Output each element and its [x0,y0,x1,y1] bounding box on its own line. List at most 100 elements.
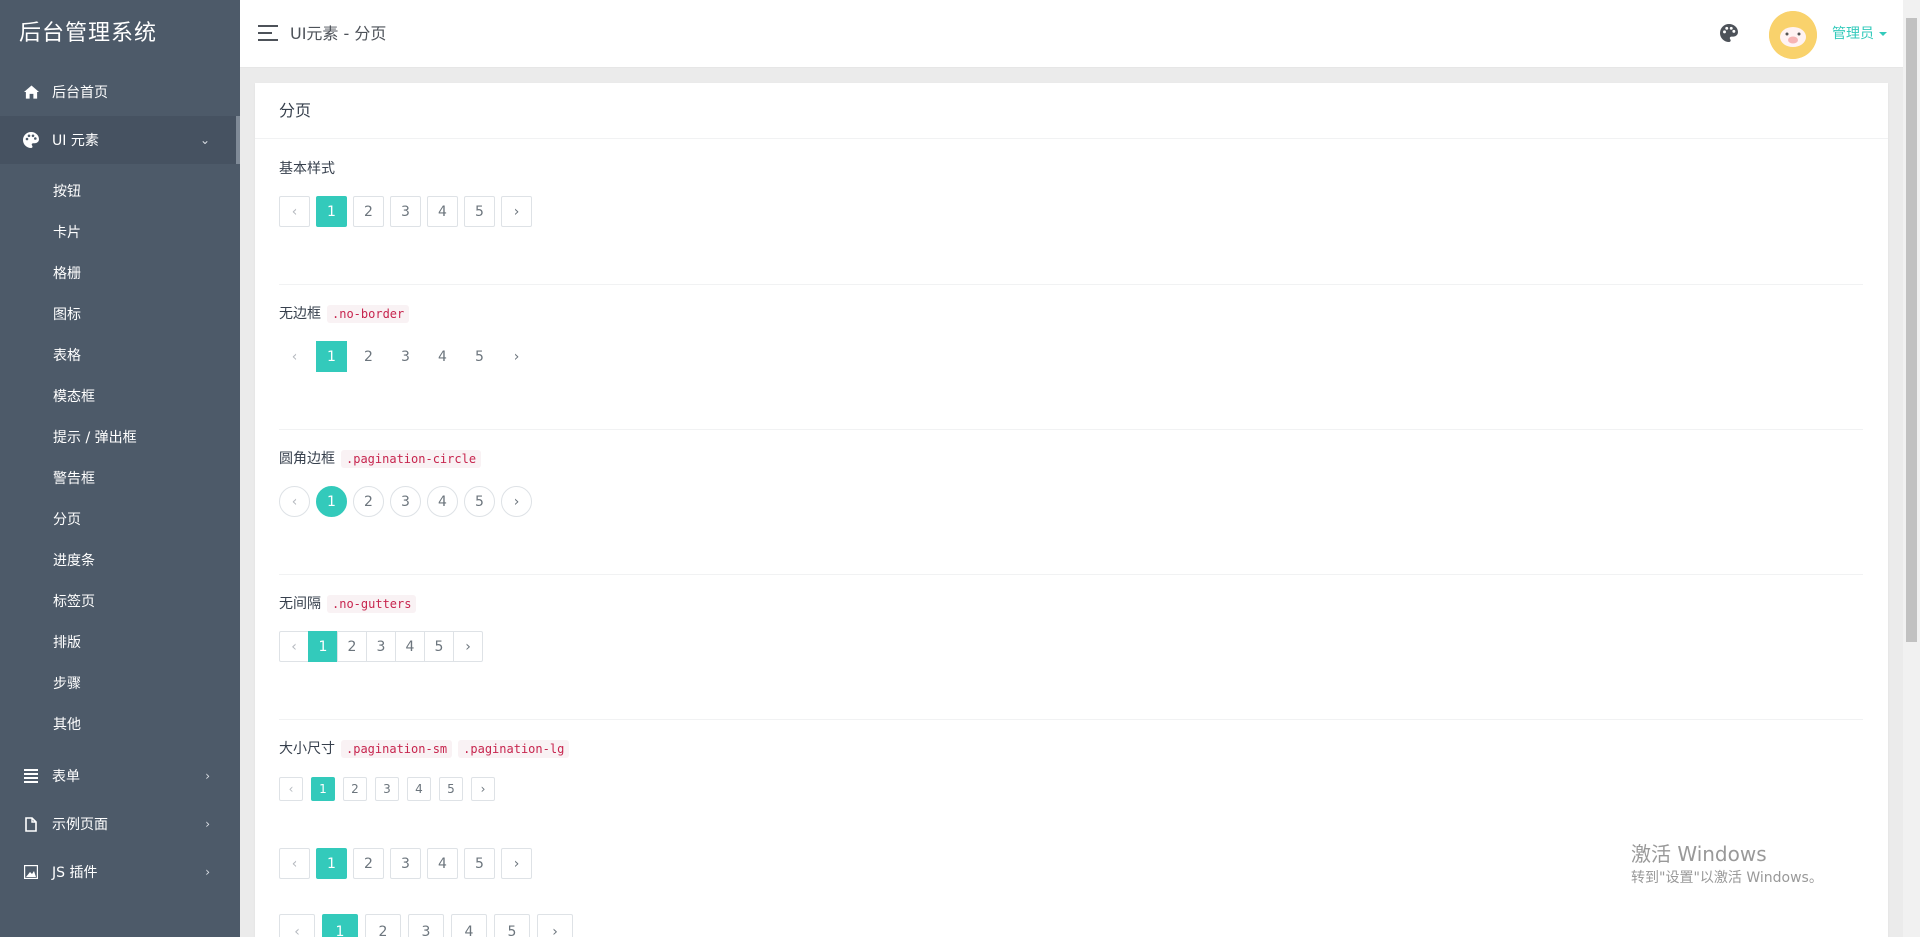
page-prev-button[interactable]: ‹ [279,777,303,801]
section-no-gutters: 无间隔 .no-gutters ‹ 1 2 3 4 5 › [279,594,1863,720]
scrollbar-thumb[interactable] [1906,18,1917,642]
page-button-3[interactable]: 3 [390,341,421,372]
sidebar-subitem-progress[interactable]: 进度条 [0,541,240,582]
section-label: 圆角边框 .pagination-circle [279,449,1863,469]
palette-icon[interactable] [1720,24,1740,44]
page-button-1[interactable]: 1 [316,196,347,227]
page-button-2[interactable]: 2 [337,631,367,662]
page-button-1[interactable]: 1 [322,914,358,937]
sidebar-subitem-modal[interactable]: 模态框 [0,377,240,418]
code-class: .pagination-circle [341,450,482,468]
page-prev-button[interactable]: ‹ [279,848,310,879]
page-prev-button[interactable]: ‹ [279,341,310,372]
page-button-2[interactable]: 2 [353,848,384,879]
brand-logo[interactable]: 后台管理系统 [0,0,240,68]
page-button-4[interactable]: 4 [407,777,431,801]
page-prev-button[interactable]: ‹ [279,631,309,662]
page-button-5[interactable]: 5 [464,341,495,372]
page-button-5[interactable]: 5 [494,914,530,937]
pagination-no-border: ‹ 1 2 3 4 5 › [279,341,538,372]
windows-activation-watermark: 激活 Windows 转到"设置"以激活 Windows。 [1631,841,1823,889]
section-label: 大小尺寸 .pagination-sm .pagination-lg [279,739,1863,759]
page-button-1[interactable]: 1 [316,848,347,879]
page-button-4[interactable]: 4 [395,631,425,662]
page-button-2[interactable]: 2 [353,196,384,227]
chevron-right-icon: › [205,817,210,831]
page-scrollbar[interactable] [1903,0,1920,937]
page-prev-button[interactable]: ‹ [279,486,310,517]
page-button-3[interactable]: 3 [375,777,399,801]
page-button-1[interactable]: 1 [308,631,338,662]
sidebar-subitem-buttons[interactable]: 按钮 [0,172,240,213]
sidebar-subitem-typography[interactable]: 排版 [0,623,240,664]
section-label: 无间隔 .no-gutters [279,594,1863,614]
page-prev-button[interactable]: ‹ [279,196,310,227]
page-button-1[interactable]: 1 [316,486,347,517]
pagination-basic: ‹ 1 2 3 4 5 › [279,196,538,227]
sidebar-item-form[interactable]: 表单 › [0,752,240,800]
sidebar-subitem-other[interactable]: 其他 [0,705,240,746]
topbar: UI元素 - 分页 管理员 [240,0,1903,68]
page-button-4[interactable]: 4 [427,196,458,227]
sidebar-item-label: 表单 [52,769,80,785]
sidebar-item-label: UI 元素 [52,133,99,149]
page-next-button[interactable]: › [537,914,573,937]
palette-icon [22,131,40,149]
page-button-4[interactable]: 4 [427,486,458,517]
page-next-button[interactable]: › [501,486,532,517]
page-button-3[interactable]: 3 [390,486,421,517]
page-button-5[interactable]: 5 [464,196,495,227]
section-no-border: 无边框 .no-border ‹ 1 2 3 4 5 › [279,304,1863,430]
pagination-small: ‹ 1 2 3 4 5 › [279,777,503,801]
page-prev-button[interactable]: ‹ [279,914,315,937]
sidebar-subitem-alerts[interactable]: 警告框 [0,459,240,500]
code-class: .pagination-lg [458,740,570,758]
sidebar-item-ui[interactable]: UI 元素 ⌄ [0,116,240,164]
sidebar-subitem-tabs[interactable]: 标签页 [0,582,240,623]
code-class: .pagination-sm [341,740,453,758]
sidebar-subitem-pagination[interactable]: 分页 [0,500,240,541]
page-next-button[interactable]: › [501,848,532,879]
page-button-1[interactable]: 1 [311,777,335,801]
page-button-2[interactable]: 2 [353,486,384,517]
page-button-2[interactable]: 2 [353,341,384,372]
sidebar-item-examples[interactable]: 示例页面 › [0,800,240,848]
sidebar-item-plugins[interactable]: JS 插件 › [0,848,240,896]
user-menu[interactable]: 管理员 [1832,0,1887,68]
page-button-5[interactable]: 5 [464,486,495,517]
pagination-no-gutters: ‹ 1 2 3 4 5 › [279,631,483,662]
sidebar-subitem-steps[interactable]: 步骤 [0,664,240,705]
page-next-button[interactable]: › [453,631,483,662]
sidebar-subnav-ui: 按钮 卡片 格栅 图标 表格 模态框 提示 / 弹出框 警告框 分页 进度条 标… [0,164,240,752]
page-button-4[interactable]: 4 [427,341,458,372]
pagination-default: ‹ 1 2 3 4 5 › [279,848,538,879]
page-next-button[interactable]: › [501,196,532,227]
sidebar-subitem-grid[interactable]: 格栅 [0,254,240,295]
page-button-4[interactable]: 4 [427,848,458,879]
sidebar-subitem-tables[interactable]: 表格 [0,336,240,377]
page-next-button[interactable]: › [471,777,495,801]
page-next-button[interactable]: › [501,341,532,372]
page-button-5[interactable]: 5 [464,848,495,879]
sidebar-subitem-tooltips[interactable]: 提示 / 弹出框 [0,418,240,459]
sidebar-subitem-icons[interactable]: 图标 [0,295,240,336]
page-button-3[interactable]: 3 [408,914,444,937]
page-button-5[interactable]: 5 [424,631,454,662]
page-button-3[interactable]: 3 [390,196,421,227]
sidebar-subitem-cards[interactable]: 卡片 [0,213,240,254]
page-button-4[interactable]: 4 [451,914,487,937]
page-button-3[interactable]: 3 [366,631,396,662]
menu-toggle-icon[interactable] [258,25,278,41]
page-button-5[interactable]: 5 [439,777,463,801]
watermark-subtitle: 转到"设置"以激活 Windows。 [1631,870,1823,886]
pagination-card: 分页 基本样式 ‹ 1 2 3 4 5 › 无边框 .no-border ‹ 1 … [255,83,1888,937]
chevron-right-icon: › [205,769,210,783]
sidebar-item-home[interactable]: 后台首页 [0,68,240,116]
page-button-1[interactable]: 1 [316,341,347,372]
avatar[interactable] [1769,11,1817,59]
page-button-2[interactable]: 2 [343,777,367,801]
page-button-2[interactable]: 2 [365,914,401,937]
watermark-title: 激活 Windows [1631,842,1767,866]
breadcrumb: UI元素 - 分页 [290,24,387,43]
page-button-3[interactable]: 3 [390,848,421,879]
